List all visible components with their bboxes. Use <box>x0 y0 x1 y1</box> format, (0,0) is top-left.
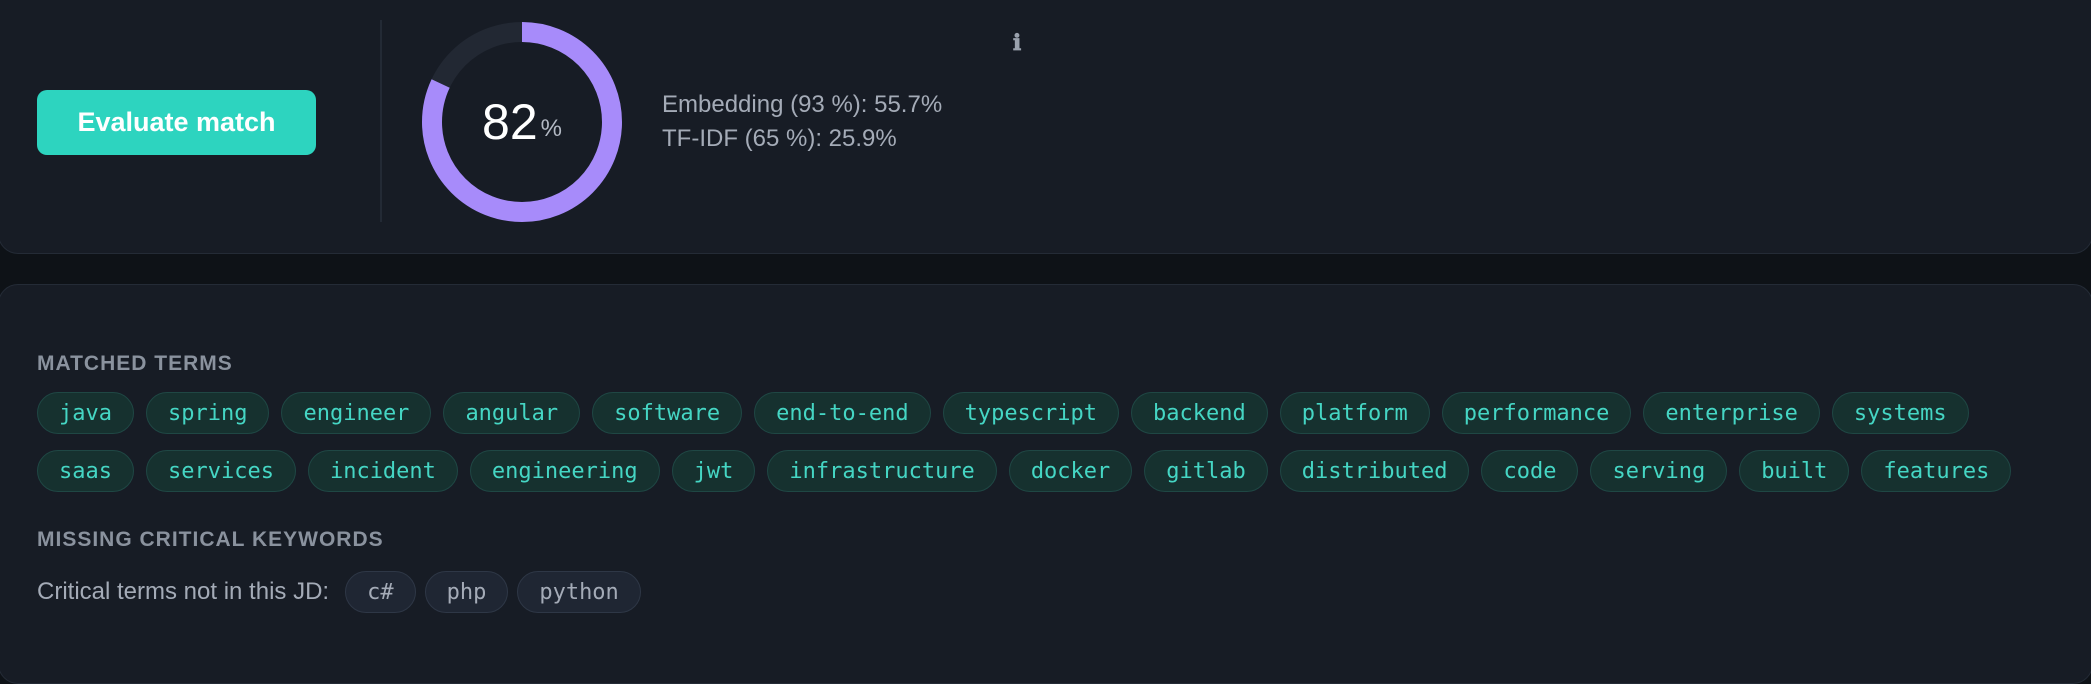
matched-term-chip: enterprise <box>1643 392 1820 434</box>
matched-term-chip: angular <box>443 392 581 434</box>
matched-term-chip: code <box>1481 450 1579 492</box>
matched-term-chip: end-to-end <box>754 392 931 434</box>
embedding-metric: Embedding (93 %): 55.7% <box>662 91 943 118</box>
missing-keywords-list: c# php python <box>345 571 641 613</box>
matched-term-chip: docker <box>1008 450 1133 492</box>
matched-terms-row-2: saas services incident engineering jwt infras… <box>37 450 2012 494</box>
matched-term-chip: platform <box>1279 392 1430 434</box>
matched-term-chip: engineering <box>469 450 660 492</box>
matched-term-chip: infrastructure <box>767 450 997 492</box>
score-unit: % <box>540 115 562 142</box>
matched-term-chip: built <box>1739 450 1850 492</box>
tfidf-metric: TF-IDF (65 %): 25.9% <box>662 125 897 152</box>
matched-term-chip: jwt <box>671 450 756 492</box>
matched-term-chip: spring <box>145 392 270 434</box>
matched-term-chip: performance <box>1441 392 1632 434</box>
match-score-gauge: 82% <box>420 20 624 224</box>
vertical-divider <box>380 20 382 222</box>
score-value: 82 <box>482 94 538 150</box>
matched-term-chip: java <box>37 392 134 434</box>
missing-keyword-chip: c# <box>345 571 416 613</box>
matched-terms-row-1: java spring engineer angular software end-to-… <box>37 392 1969 436</box>
matched-term-chip: systems <box>1831 392 1969 434</box>
matched-term-chip: features <box>1861 450 2012 492</box>
matched-term-chip: backend <box>1131 392 1268 434</box>
matched-term-chip: gitlab <box>1144 450 1268 492</box>
matched-term-chip: incident <box>307 450 458 492</box>
missing-keyword-chip: python <box>517 571 641 613</box>
matched-term-chip: software <box>592 392 743 434</box>
gauge-value: 82% <box>420 20 624 224</box>
matched-term-chip: saas <box>37 450 134 492</box>
matched-terms-heading: MATCHED TERMS <box>37 352 233 375</box>
matched-term-chip: distributed <box>1279 450 1470 492</box>
matched-term-chip: serving <box>1590 450 1728 492</box>
evaluate-match-button[interactable]: Evaluate match <box>37 90 316 155</box>
missing-keywords-heading: MISSING CRITICAL KEYWORDS <box>37 528 384 551</box>
info-icon[interactable]: ℹ <box>1008 30 1026 56</box>
matched-term-chip: services <box>145 450 296 492</box>
matched-term-chip: engineer <box>281 392 432 434</box>
matched-term-chip: typescript <box>942 392 1120 434</box>
missing-keywords-row: Critical terms not in this JD: c# php pyth… <box>37 570 641 614</box>
missing-keywords-label: Critical terms not in this JD: <box>37 578 330 605</box>
missing-keyword-chip: php <box>424 571 509 613</box>
